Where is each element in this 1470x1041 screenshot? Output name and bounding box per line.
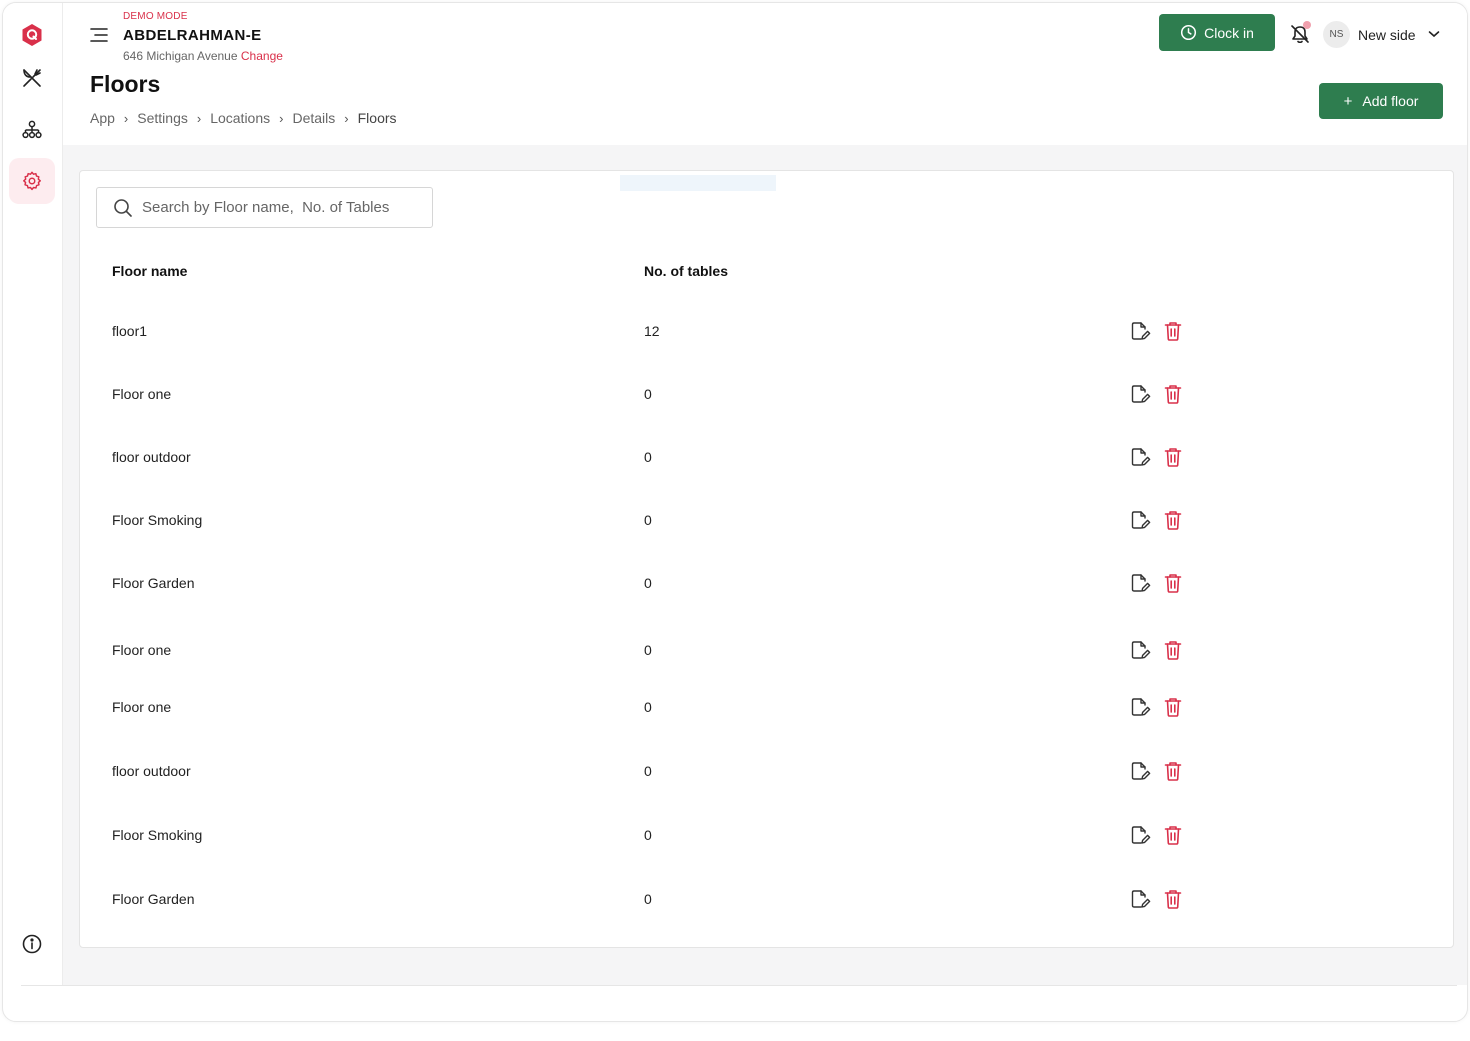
trash-icon[interactable] bbox=[1163, 383, 1183, 405]
utensils-icon bbox=[23, 69, 41, 87]
trash-icon[interactable] bbox=[1163, 320, 1183, 342]
column-header-floor-name: Floor name bbox=[112, 263, 188, 279]
table-row: floor outdoor 0 bbox=[80, 756, 1455, 786]
store-name: ABDELRAHMAN-E bbox=[123, 27, 262, 44]
floors-card: Floor name No. of tables floor1 12 Floor o… bbox=[79, 170, 1454, 948]
table-count-cell: 0 bbox=[644, 699, 652, 715]
breadcrumb-app[interactable]: App bbox=[90, 110, 115, 126]
table-row: floor1 12 bbox=[80, 316, 1455, 346]
floor-name-cell: Floor Garden bbox=[112, 891, 195, 907]
breadcrumb-settings[interactable]: Settings bbox=[137, 110, 188, 126]
floor-name-cell: Floor Smoking bbox=[112, 827, 203, 843]
edit-icon[interactable] bbox=[1129, 383, 1151, 405]
table-count-cell: 0 bbox=[644, 642, 652, 658]
edit-icon[interactable] bbox=[1129, 509, 1151, 531]
trash-icon[interactable] bbox=[1163, 824, 1183, 846]
floor-name-cell: Floor one bbox=[112, 699, 172, 715]
edit-icon[interactable] bbox=[1129, 320, 1151, 342]
plus-icon: + bbox=[1343, 92, 1353, 110]
search-icon bbox=[114, 198, 132, 217]
table-count-cell: 0 bbox=[644, 575, 652, 591]
breadcrumb-floors: Floors bbox=[357, 110, 397, 126]
add-floor-label: Add floor bbox=[1362, 93, 1419, 109]
store-address: 646 Michigan Avenue Change bbox=[123, 49, 283, 63]
table-row: Floor Garden 0 bbox=[80, 884, 1455, 914]
avatar[interactable]: NS bbox=[1323, 21, 1350, 48]
faint-overlay-tag bbox=[620, 175, 776, 191]
search-input[interactable] bbox=[142, 199, 422, 216]
floor-name-cell: floor outdoor bbox=[112, 449, 191, 465]
hierarchy-icon bbox=[22, 120, 42, 139]
trash-icon[interactable] bbox=[1163, 572, 1183, 594]
floor-name-cell: Floor Smoking bbox=[112, 512, 203, 528]
search-box[interactable] bbox=[96, 187, 433, 228]
table-row: Floor one 0 bbox=[80, 692, 1455, 722]
floor-name-cell: floor1 bbox=[112, 323, 148, 339]
breadcrumb: App › Settings › Locations › Details › F… bbox=[90, 110, 397, 126]
trash-icon[interactable] bbox=[1163, 509, 1183, 531]
header: DEMO MODE ABDELRAHMAN-E 646 Michigan Ave… bbox=[63, 3, 1467, 145]
user-name[interactable]: New side bbox=[1358, 27, 1416, 43]
hamburger-menu-icon[interactable] bbox=[89, 25, 109, 45]
app-window: DEMO MODE ABDELRAHMAN-E 646 Michigan Ave… bbox=[2, 2, 1468, 1022]
trash-icon[interactable] bbox=[1163, 446, 1183, 468]
change-location-link[interactable]: Change bbox=[241, 49, 283, 63]
sidebar-item-info[interactable] bbox=[9, 921, 55, 967]
table-row: Floor Smoking 0 bbox=[80, 820, 1455, 850]
table-row: Floor one 0 bbox=[80, 635, 1455, 665]
address-text: 646 Michigan Avenue bbox=[123, 49, 238, 63]
edit-icon[interactable] bbox=[1129, 696, 1151, 718]
floor-name-cell: floor outdoor bbox=[112, 763, 191, 779]
edit-icon[interactable] bbox=[1129, 760, 1151, 782]
edit-icon[interactable] bbox=[1129, 888, 1151, 910]
trash-icon[interactable] bbox=[1163, 888, 1183, 910]
edit-icon[interactable] bbox=[1129, 824, 1151, 846]
floor-name-cell: Floor one bbox=[112, 386, 172, 402]
table-row: floor outdoor 0 bbox=[80, 442, 1455, 472]
sidebar-item-menu[interactable] bbox=[9, 55, 55, 101]
info-icon bbox=[22, 934, 42, 954]
sidebar-item-settings[interactable] bbox=[9, 158, 55, 204]
clock-in-label: Clock in bbox=[1204, 24, 1254, 41]
edit-icon[interactable] bbox=[1129, 639, 1151, 661]
footer-divider bbox=[21, 985, 1457, 986]
breadcrumb-details[interactable]: Details bbox=[292, 110, 335, 126]
trash-icon[interactable] bbox=[1163, 639, 1183, 661]
sidebar-item-organization[interactable] bbox=[9, 107, 55, 153]
table-count-cell: 12 bbox=[644, 323, 660, 339]
trash-icon[interactable] bbox=[1163, 696, 1183, 718]
table-count-cell: 0 bbox=[644, 891, 652, 907]
chevron-down-icon[interactable] bbox=[1428, 29, 1440, 39]
table-count-cell: 0 bbox=[644, 512, 652, 528]
floor-name-cell: Floor one bbox=[112, 642, 172, 658]
table-count-cell: 0 bbox=[644, 386, 652, 402]
chevron-right-icon: › bbox=[123, 110, 129, 126]
column-header-no-of-tables: No. of tables bbox=[644, 263, 729, 279]
table-count-cell: 0 bbox=[644, 827, 652, 843]
chevron-right-icon: › bbox=[279, 110, 284, 126]
floor-name-cell: Floor Garden bbox=[112, 575, 195, 591]
clock-icon bbox=[1181, 24, 1197, 41]
table-row: Floor Garden 0 bbox=[80, 568, 1455, 598]
clock-in-button[interactable]: Clock in bbox=[1159, 14, 1275, 51]
logo-icon bbox=[22, 24, 42, 46]
demo-mode-label: DEMO MODE bbox=[123, 11, 188, 22]
trash-icon[interactable] bbox=[1163, 760, 1183, 782]
edit-icon[interactable] bbox=[1129, 446, 1151, 468]
table-row: Floor one 0 bbox=[80, 379, 1455, 409]
add-floor-button[interactable]: + Add floor bbox=[1319, 83, 1443, 119]
sidebar bbox=[3, 3, 63, 985]
chevron-right-icon: › bbox=[344, 110, 349, 126]
page-title: Floors bbox=[90, 71, 161, 97]
logo-button[interactable] bbox=[9, 12, 55, 58]
table-row: Floor Smoking 0 bbox=[80, 505, 1455, 535]
table-count-cell: 0 bbox=[644, 449, 652, 465]
breadcrumb-locations[interactable]: Locations bbox=[210, 110, 270, 126]
notification-badge bbox=[1303, 21, 1311, 29]
gear-icon bbox=[23, 171, 41, 191]
edit-icon[interactable] bbox=[1129, 572, 1151, 594]
chevron-right-icon: › bbox=[196, 110, 202, 126]
table-count-cell: 0 bbox=[644, 763, 652, 779]
